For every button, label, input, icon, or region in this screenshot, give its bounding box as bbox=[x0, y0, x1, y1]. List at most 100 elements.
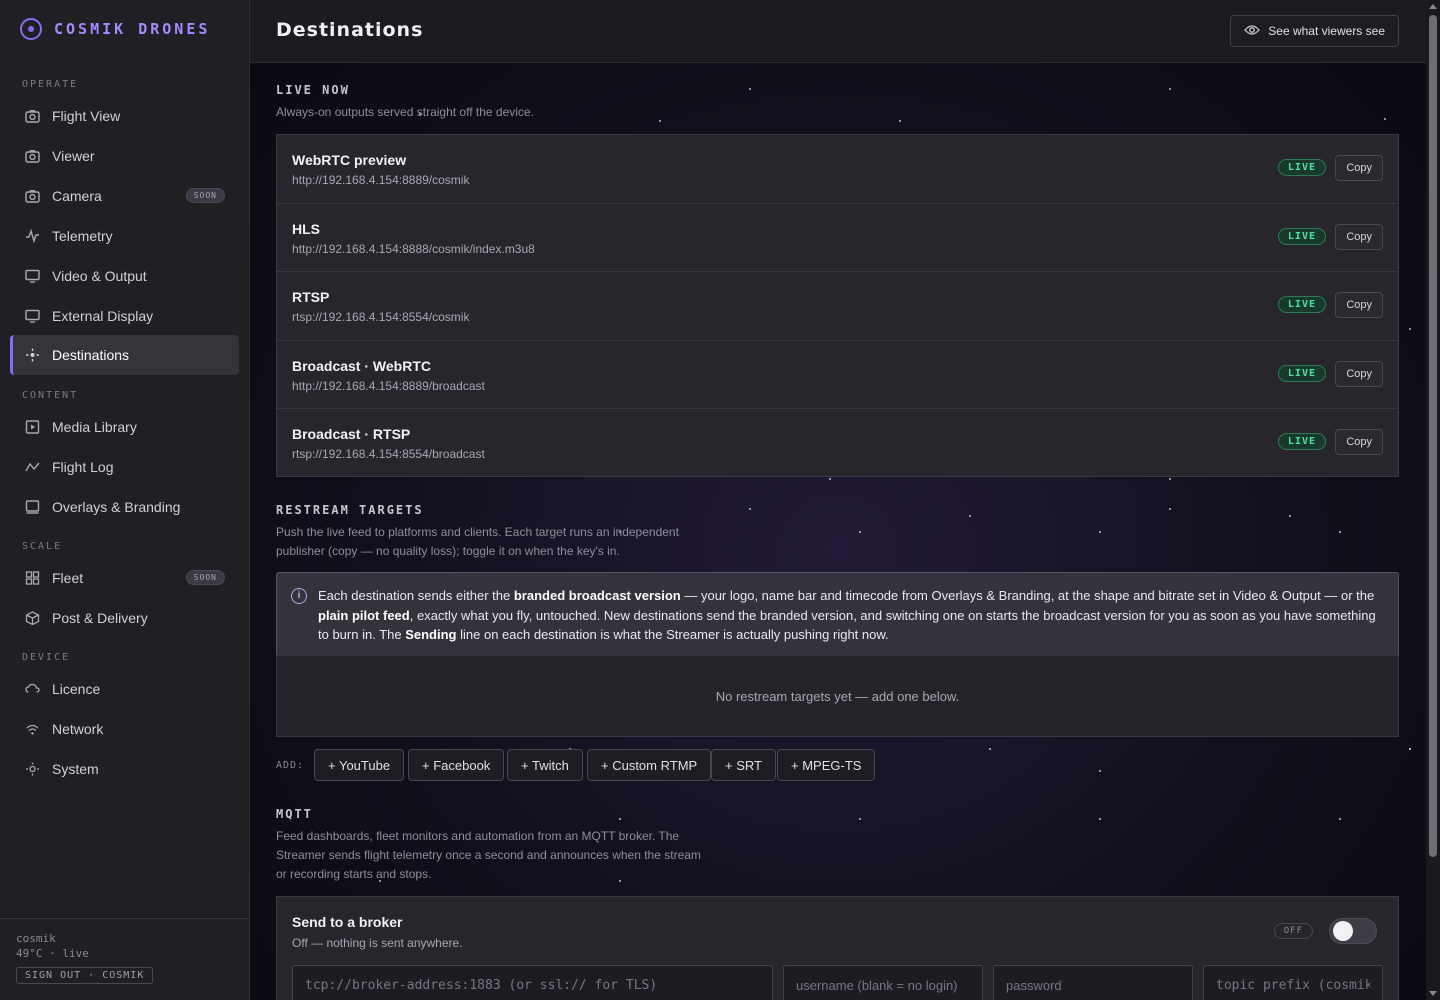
list-item: Broadcast · RTSP rtsp://192.168.4.154:85… bbox=[277, 409, 1398, 478]
info-emphasis: Sending bbox=[405, 627, 457, 642]
cloud-icon bbox=[24, 681, 40, 697]
copy-button[interactable]: Copy bbox=[1335, 223, 1383, 250]
list-item: RTSP rtsp://192.168.4.154:8554/cosmik LI… bbox=[277, 272, 1398, 341]
sidebar-item-label: Camera bbox=[52, 188, 102, 204]
sidebar-item-fleet[interactable]: Fleet SOON bbox=[10, 558, 239, 598]
sidebar-item-label: Flight Log bbox=[52, 459, 114, 475]
live-now-description: Always-on outputs served straight off th… bbox=[276, 105, 534, 119]
topbar: Destinations See what viewers see bbox=[250, 0, 1426, 63]
output-name: Broadcast · RTSP bbox=[292, 426, 411, 442]
sidebar-item-label: Fleet bbox=[52, 570, 84, 586]
sidebar-item-camera[interactable]: Camera SOON bbox=[10, 176, 239, 216]
topic-prefix-input[interactable] bbox=[1203, 965, 1383, 1000]
camera-icon bbox=[24, 148, 40, 164]
output-name: RTSP bbox=[292, 289, 330, 305]
scroll-up-arrow-icon[interactable] bbox=[1429, 4, 1437, 9]
sidebar-item-post-delivery[interactable]: Post & Delivery bbox=[10, 598, 239, 638]
add-youtube-button[interactable]: + YouTube bbox=[314, 749, 405, 781]
brand-name: COSMIK DRONES bbox=[54, 20, 211, 38]
info-text: — your logo, name bar and timecode from … bbox=[680, 588, 1375, 603]
scrollbar[interactable] bbox=[1426, 0, 1440, 1000]
list-item: WebRTC preview http://192.168.4.154:8889… bbox=[277, 135, 1398, 204]
scroll-down-arrow-icon[interactable] bbox=[1429, 991, 1437, 996]
live-now-title: LIVE NOW bbox=[276, 83, 350, 97]
live-badge: LIVE bbox=[1277, 296, 1326, 313]
soon-badge: SOON bbox=[185, 188, 225, 203]
sidebar-item-label: Post & Delivery bbox=[52, 610, 148, 626]
sidebar: COSMIK DRONES OPERATE Flight View Viewer… bbox=[0, 0, 250, 1000]
sidebar-item-video-output[interactable]: Video & Output bbox=[10, 256, 239, 296]
toggle-knob bbox=[1333, 921, 1353, 941]
info-text: line on each destination is what the Str… bbox=[456, 627, 889, 642]
output-name: Broadcast · WebRTC bbox=[292, 357, 431, 374]
sidebar-item-label: Video & Output bbox=[52, 268, 147, 284]
password-input[interactable] bbox=[993, 965, 1193, 1000]
add-srt-button[interactable]: + SRT bbox=[711, 749, 776, 781]
restream-empty-state: No restream targets yet — add one below. bbox=[276, 656, 1399, 737]
sidebar-item-overlays-branding[interactable]: Overlays & Branding bbox=[10, 487, 239, 527]
add-twitch-button[interactable]: + Twitch bbox=[507, 749, 583, 781]
copy-button[interactable]: Copy bbox=[1335, 292, 1383, 318]
add-custom-rtmp-button[interactable]: + Custom RTMP bbox=[587, 749, 712, 781]
sidebar-item-label: Telemetry bbox=[52, 228, 113, 244]
broker-card: Send to a broker Off — nothing is sent a… bbox=[276, 896, 1399, 1000]
wifi-icon bbox=[24, 721, 40, 737]
main-content: Destinations See what viewers see LIVE N… bbox=[250, 0, 1426, 1000]
copy-button[interactable]: Copy bbox=[1335, 360, 1383, 387]
sidebar-item-external-display[interactable]: External Display bbox=[10, 296, 239, 336]
grid-icon bbox=[24, 570, 40, 586]
live-badge: LIVE bbox=[1277, 227, 1326, 245]
nav-section-operate: OPERATE bbox=[22, 79, 79, 90]
restream-title: RESTREAM TARGETS bbox=[276, 503, 424, 517]
broker-toggle[interactable] bbox=[1329, 918, 1377, 944]
add-mpeg-ts-button[interactable]: + MPEG-TS bbox=[777, 749, 876, 781]
sidebar-item-system[interactable]: System bbox=[10, 749, 239, 789]
status-badge: OFF bbox=[1273, 923, 1313, 939]
broker-title: Send to a broker bbox=[292, 914, 403, 930]
sidebar-item-viewer[interactable]: Viewer bbox=[10, 136, 239, 176]
settings-icon bbox=[24, 761, 40, 777]
info-text: Each destination sends either the bbox=[318, 588, 514, 603]
broadcast-icon bbox=[24, 347, 40, 363]
brand[interactable]: COSMIK DRONES bbox=[20, 18, 210, 40]
sidebar-item-destinations[interactable]: Destinations bbox=[10, 335, 239, 375]
camera-icon bbox=[24, 188, 40, 204]
copy-button[interactable]: Copy bbox=[1335, 155, 1383, 181]
sidebar-item-network[interactable]: Network bbox=[10, 709, 239, 749]
sidebar-item-flight-view[interactable]: Flight View bbox=[10, 96, 239, 136]
output-url: rtsp://192.168.4.154:8554/cosmik bbox=[292, 310, 470, 324]
empty-state-text: No restream targets yet — add one below. bbox=[715, 688, 960, 704]
info-emphasis: plain pilot feed bbox=[318, 607, 410, 623]
viewers-button-label: See what viewers see bbox=[1268, 24, 1385, 38]
sidebar-item-licence[interactable]: Licence bbox=[10, 669, 239, 709]
sign-out-button[interactable]: SIGN OUT · COSMIK bbox=[16, 967, 154, 984]
username-input[interactable] bbox=[783, 965, 983, 1000]
restream-description: Push the live feed to platforms and clie… bbox=[276, 525, 679, 558]
copy-button[interactable]: Copy bbox=[1335, 429, 1383, 455]
sidebar-item-label: External Display bbox=[52, 308, 154, 324]
nav-section-content: CONTENT bbox=[22, 390, 79, 401]
eye-icon bbox=[1244, 24, 1261, 39]
info-callout: i Each destination sends either the bran… bbox=[276, 572, 1399, 657]
camera-icon bbox=[24, 108, 40, 124]
sidebar-item-telemetry[interactable]: Telemetry bbox=[10, 216, 239, 256]
see-what-viewers-see-button[interactable]: See what viewers see bbox=[1230, 15, 1399, 47]
user-name: cosmik bbox=[16, 932, 56, 945]
soon-badge: SOON bbox=[185, 570, 225, 585]
nav-section-device: DEVICE bbox=[22, 652, 71, 663]
layout-icon bbox=[24, 499, 40, 515]
page-title: Destinations bbox=[276, 19, 424, 41]
sidebar-item-label: Licence bbox=[52, 681, 101, 697]
sidebar-item-flight-log[interactable]: Flight Log bbox=[10, 447, 239, 487]
output-name: WebRTC preview bbox=[292, 152, 407, 168]
output-url: http://192.168.4.154:8888/cosmik/index.m… bbox=[292, 241, 535, 256]
add-facebook-button[interactable]: + Facebook bbox=[408, 749, 505, 781]
live-badge: LIVE bbox=[1277, 159, 1326, 176]
scrollbar-thumb[interactable] bbox=[1429, 15, 1437, 857]
live-badge: LIVE bbox=[1277, 364, 1326, 382]
sidebar-item-label: Media Library bbox=[52, 419, 137, 435]
sidebar-item-media-library[interactable]: Media Library bbox=[10, 407, 239, 447]
broker-address-input[interactable] bbox=[292, 965, 773, 1000]
sidebar-item-label: Overlays & Branding bbox=[52, 499, 181, 515]
mqtt-title: MQTT bbox=[276, 807, 313, 821]
